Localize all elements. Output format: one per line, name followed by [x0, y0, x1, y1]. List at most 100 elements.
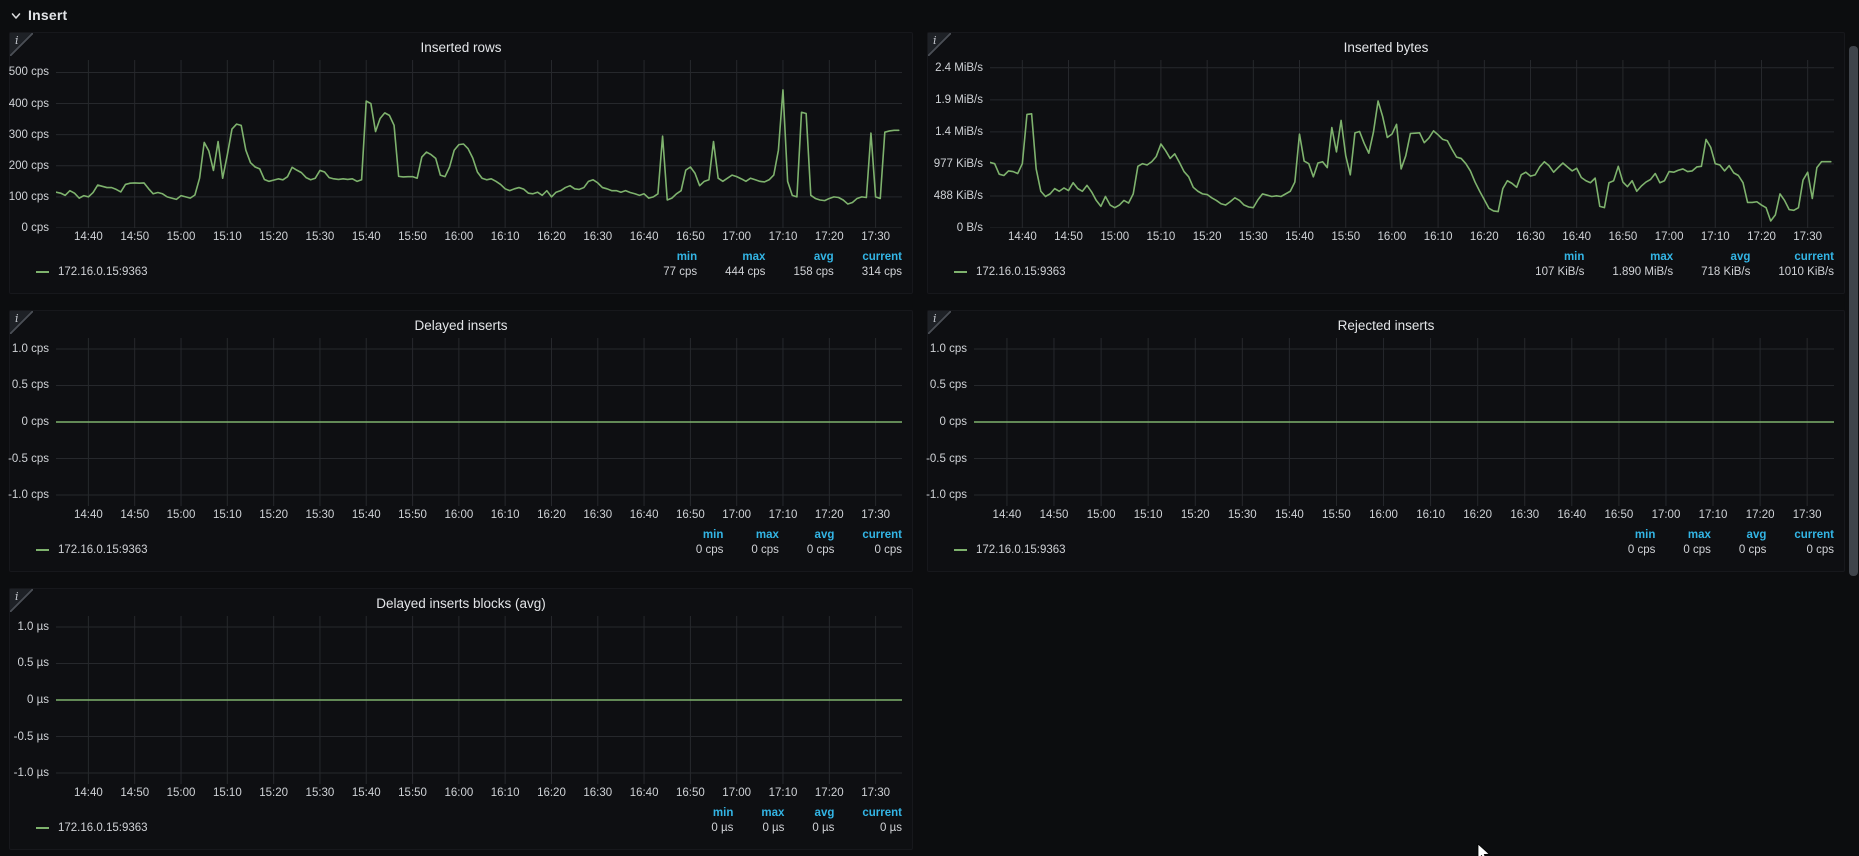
x-tick-label: 15:40: [1285, 231, 1314, 243]
x-axis: 14:40 14:50 15:00 15:10 15:20 15:30 15:40 15:50…: [56, 784, 902, 804]
legend-series[interactable]: 172.16.0.15:9363: [36, 822, 148, 836]
legend-series[interactable]: 172.16.0.15:9363: [36, 266, 148, 280]
x-tick-label: 15:40: [1274, 509, 1304, 521]
stat-value-current: 1010 KiB/s: [1778, 266, 1834, 278]
legend: 172.16.0.15:9363 min max avg current 0 cps 0 …: [928, 528, 1844, 558]
chart-canvas: [990, 60, 1834, 228]
legend-series-name: 172.16.0.15:9363: [976, 544, 1066, 556]
mouse-cursor: [1477, 843, 1491, 856]
stat-value-current: 0 µs: [880, 822, 902, 834]
y-axis: 1.0 cps 0.5 cps 0 cps -0.5 cps -1.0 cps: [926, 338, 974, 506]
x-tick-label: 15:10: [1133, 509, 1163, 521]
legend-stats-table: min max avg current 107 KiB/s 1.890 MiB/s 718 …: [1507, 250, 1834, 280]
y-tick-label: -1.0 cps: [926, 489, 967, 502]
y-tick-label: 1.4 MiB/s: [935, 125, 983, 138]
section-header-insert[interactable]: Insert: [10, 4, 67, 26]
x-axis: 14:40 14:50 15:00 15:10 15:20 15:30 15:40 15:50…: [974, 506, 1834, 526]
stat-header-avg[interactable]: avg: [779, 528, 835, 543]
panel-info-icon[interactable]: i: [10, 311, 33, 334]
stat-header-max[interactable]: max: [723, 528, 779, 543]
plot-area[interactable]: [990, 60, 1834, 228]
x-tick-label: 16:20: [1469, 231, 1499, 243]
stat-header-min[interactable]: min: [635, 250, 697, 265]
plot-area[interactable]: [56, 60, 902, 228]
graph-panel-inserted-bytes: i Inserted bytes 2.4 MiB/s 1.9 MiB/s 1.4 M…: [927, 32, 1845, 294]
stat-header-max[interactable]: max: [1584, 250, 1673, 265]
plot-area[interactable]: [974, 338, 1834, 506]
y-tick-label: -1.0 µs: [13, 767, 49, 780]
plot-area[interactable]: [56, 338, 902, 506]
stat-value-avg: 0 cps: [1738, 544, 1767, 556]
x-tick-label: 15:40: [351, 509, 381, 521]
y-tick-label: -0.5 cps: [926, 452, 967, 465]
stat-header-current[interactable]: current: [834, 250, 902, 265]
x-tick-label: 15:20: [259, 509, 289, 521]
stat-value-current: 0 cps: [1806, 544, 1835, 556]
x-tick-label: 16:30: [583, 509, 613, 521]
x-tick-label: 17:10: [1698, 509, 1728, 521]
stat-header-current[interactable]: current: [1750, 250, 1834, 265]
x-tick-label: 15:30: [1238, 231, 1268, 243]
panel-title[interactable]: Delayed inserts: [10, 314, 912, 338]
stat-header-max[interactable]: max: [733, 806, 784, 821]
stat-header-current[interactable]: current: [834, 806, 902, 821]
legend-series-name: 172.16.0.15:9363: [58, 822, 148, 834]
x-tick-label: 16:00: [444, 787, 474, 799]
x-tick-label: 17:00: [722, 509, 752, 521]
stat-value-min: 107 KiB/s: [1535, 266, 1585, 278]
panel-info-icon[interactable]: i: [10, 33, 33, 56]
legend-series[interactable]: 172.16.0.15:9363: [36, 544, 148, 558]
stat-header-max[interactable]: max: [697, 250, 765, 265]
legend-series[interactable]: 172.16.0.15:9363: [954, 544, 1066, 558]
stat-header-avg[interactable]: avg: [765, 250, 834, 265]
stat-header-current[interactable]: current: [834, 528, 902, 543]
panel-info-icon[interactable]: i: [10, 589, 33, 612]
stat-value-max: 0 cps: [1683, 544, 1711, 556]
legend: 172.16.0.15:9363 min max avg current 77 cps 4…: [10, 250, 912, 280]
stat-header-avg[interactable]: avg: [1711, 528, 1767, 543]
panel-info-icon[interactable]: i: [928, 33, 951, 56]
x-tick-label: 16:50: [675, 787, 705, 799]
y-tick-label: 0.5 cps: [929, 379, 967, 392]
x-tick-label: 16:30: [1516, 231, 1545, 243]
scrollbar-thumb[interactable]: [1849, 46, 1858, 576]
stat-header-min[interactable]: min: [683, 806, 733, 821]
stat-header-avg[interactable]: avg: [784, 806, 835, 821]
x-tick-label: 16:40: [629, 231, 659, 243]
stat-header-min[interactable]: min: [1507, 250, 1584, 265]
x-tick-label: 16:30: [583, 787, 613, 799]
panel-title[interactable]: Delayed inserts blocks (avg): [10, 592, 912, 616]
panel-info-icon[interactable]: i: [928, 311, 951, 334]
x-tick-label: 17:10: [768, 509, 798, 521]
y-tick-label: 0 cps: [939, 416, 968, 428]
x-tick-label: 14:40: [74, 231, 103, 243]
y-tick-label: 1.0 cps: [929, 342, 967, 355]
x-tick-label: 17:30: [861, 787, 890, 799]
panel-title[interactable]: Inserted rows: [10, 36, 912, 60]
panel-title[interactable]: Rejected inserts: [928, 314, 1844, 338]
x-tick-label: 16:00: [444, 509, 474, 521]
x-tick-label: 17:00: [1654, 231, 1684, 243]
stat-header-min[interactable]: min: [668, 528, 723, 543]
x-tick-label: 16:40: [629, 787, 659, 799]
series-color-dash: [36, 549, 49, 551]
x-tick-label: 16:30: [583, 231, 613, 243]
y-tick-label: 1.9 MiB/s: [935, 93, 983, 106]
stat-header-current[interactable]: current: [1766, 528, 1834, 543]
y-tick-label: 300 cps: [8, 128, 49, 141]
stat-header-min[interactable]: min: [1600, 528, 1655, 543]
x-tick-label: 16:10: [490, 509, 520, 521]
y-axis: 2.4 MiB/s 1.9 MiB/s 1.4 MiB/s 977 KiB/s 488 …: [928, 60, 990, 234]
panel-title[interactable]: Inserted bytes: [928, 36, 1844, 60]
plot-area[interactable]: [56, 616, 902, 784]
y-tick-label: 0 µs: [27, 694, 49, 706]
x-tick-label: 15:30: [305, 231, 335, 243]
x-tick-label: 17:20: [814, 787, 844, 799]
y-tick-label: 200 cps: [8, 159, 49, 172]
x-tick-label: 15:10: [212, 231, 242, 243]
stat-header-max[interactable]: max: [1655, 528, 1711, 543]
stat-header-avg[interactable]: avg: [1673, 250, 1751, 265]
scrollbar-track[interactable]: [1848, 0, 1859, 856]
chart-canvas: [974, 338, 1834, 506]
legend-series[interactable]: 172.16.0.15:9363: [954, 266, 1066, 280]
